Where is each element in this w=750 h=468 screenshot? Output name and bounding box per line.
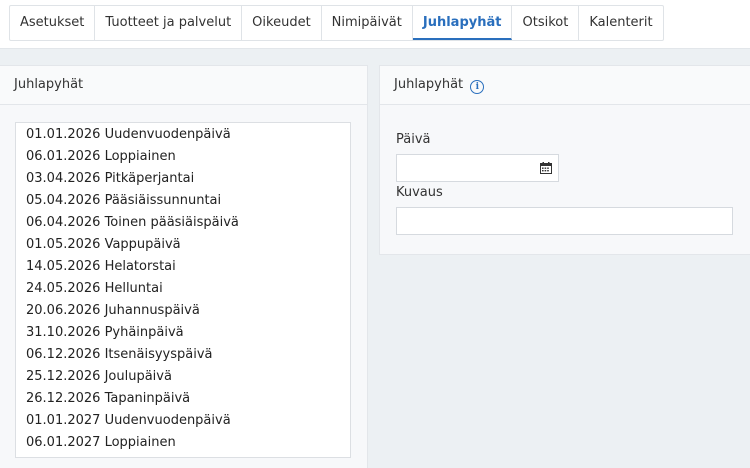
list-item[interactable]: 26.12.2026 Tapaninpäivä <box>16 388 350 410</box>
list-item[interactable]: 14.05.2026 Helatorstai <box>16 256 350 278</box>
calendar-icon <box>540 162 552 174</box>
list-item[interactable]: 20.06.2026 Juhannuspäivä <box>16 300 350 322</box>
list-item[interactable]: 31.10.2026 Pyhäinpäivä <box>16 322 350 344</box>
calendar-button[interactable] <box>534 154 559 182</box>
holiday-list-title: Juhlapyhät <box>0 66 367 105</box>
holiday-form-panel: Juhlapyhät i Päivä Kuvaus <box>379 65 750 255</box>
holiday-list[interactable]: 01.01.2026 Uudenvuodenpäivä 06.01.2026 L… <box>15 122 351 458</box>
list-item[interactable]: 06.01.2027 Loppiainen <box>16 432 350 454</box>
list-item[interactable]: 25.12.2026 Joulupäivä <box>16 366 350 388</box>
tab-asetukset[interactable]: Asetukset <box>10 6 96 40</box>
list-item[interactable]: 03.04.2026 Pitkäperjantai <box>16 168 350 190</box>
info-circle-icon[interactable]: i <box>470 80 485 94</box>
list-item[interactable]: 06.01.2026 Loppiainen <box>16 146 350 168</box>
description-label: Kuvaus <box>396 185 443 200</box>
list-item[interactable]: 06.04.2026 Toinen pääsiäispäivä <box>16 212 350 234</box>
tab-bar: Asetukset Tuotteet ja palvelut Oikeudet … <box>9 5 664 41</box>
top-bar: Asetukset Tuotteet ja palvelut Oikeudet … <box>0 0 750 49</box>
tab-nimipaivat[interactable]: Nimipäivät <box>322 6 413 40</box>
list-item[interactable]: 01.01.2027 Uudenvuodenpäivä <box>16 410 350 432</box>
tab-oikeudet[interactable]: Oikeudet <box>242 6 322 40</box>
list-item[interactable]: 24.05.2026 Helluntai <box>16 278 350 300</box>
date-label: Päivä <box>396 132 431 147</box>
description-input[interactable] <box>396 207 733 235</box>
holiday-form-header: Juhlapyhät i <box>380 66 750 105</box>
list-item[interactable]: 06.12.2026 Itsenäisyyspäivä <box>16 344 350 366</box>
list-item[interactable]: 05.04.2026 Pääsiäissunnuntai <box>16 190 350 212</box>
list-item[interactable]: 01.05.2026 Vappupäivä <box>16 234 350 256</box>
holiday-form-title: Juhlapyhät <box>394 77 464 92</box>
tab-juhlapyhat[interactable]: Juhlapyhät <box>412 6 513 40</box>
tab-otsikot[interactable]: Otsikot <box>512 6 580 40</box>
tab-kalenterit[interactable]: Kalenterit <box>579 6 662 40</box>
holiday-list-panel: Juhlapyhät 01.01.2026 Uudenvuodenpäivä 0… <box>0 65 368 468</box>
date-input[interactable] <box>396 154 535 182</box>
list-item[interactable]: 01.01.2026 Uudenvuodenpäivä <box>16 124 350 146</box>
tab-tuotteet-ja-palvelut[interactable]: Tuotteet ja palvelut <box>95 6 243 40</box>
